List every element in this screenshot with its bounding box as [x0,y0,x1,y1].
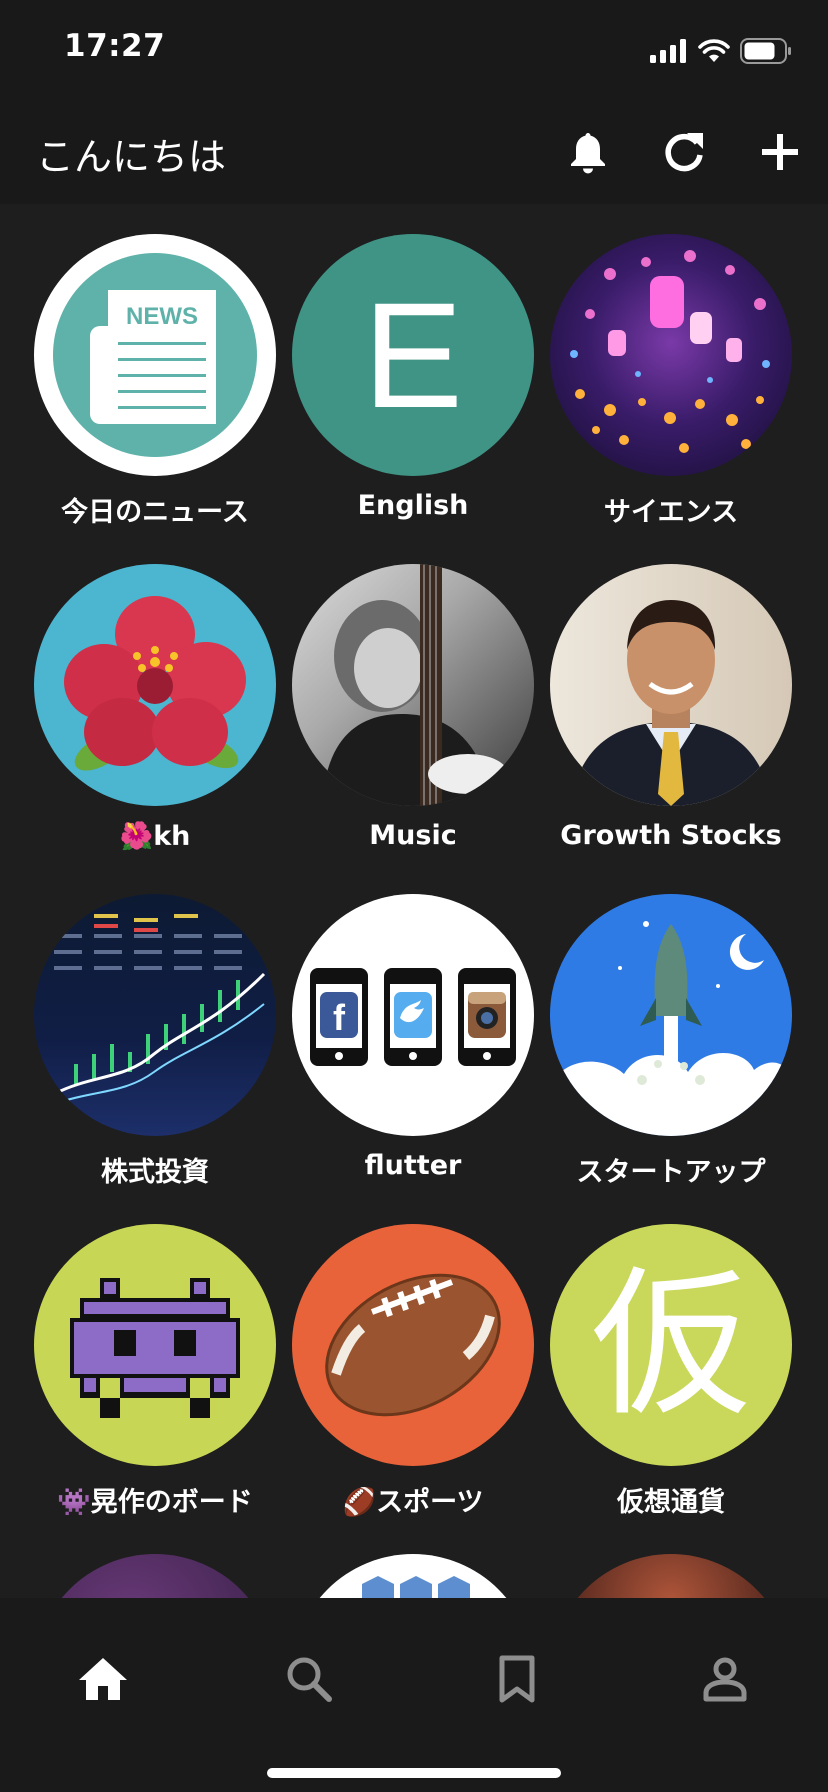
musician-photo [322,564,508,806]
board-label: サイエンス [603,497,739,528]
nav-profile[interactable] [690,1644,760,1714]
board-tile-music[interactable]: Music [284,564,542,851]
board-tile-startup[interactable]: スタートアップ [542,894,800,1189]
football-icon [325,1273,501,1417]
refresh-button[interactable] [656,124,712,180]
board-label: flutter [364,1150,462,1181]
board-label: Growth Stocks [560,820,782,851]
board-label: 👾晃作のボード [57,1487,253,1518]
businessman-photo [570,600,772,806]
board-tile-partial-2[interactable] [284,1554,542,1598]
nav-search[interactable] [274,1644,344,1714]
search-icon [287,1657,332,1702]
board-tile-kh[interactable]: 🌺kh [26,564,284,852]
board-label: スタートアップ [576,1157,766,1188]
board-tile-news[interactable]: NEWS 今日のニュース [26,234,284,529]
rocket-icon [550,921,792,1136]
header: こんにちは [0,100,828,204]
add-button[interactable] [752,124,808,180]
board-label: 🏈スポーツ [342,1487,484,1518]
crypto-kanji: 仮 [590,1251,751,1438]
board-avatar-kosaku-board [34,1224,276,1466]
board-tile-growth-stocks[interactable]: Growth Stocks [542,564,800,851]
board-label: 株式投資 [101,1157,209,1188]
page-title: こんにちは [36,135,227,179]
notifications-button[interactable] [560,124,616,180]
board-label: Music [369,820,457,851]
status-time: 17:27 [64,28,166,64]
board-tile-crypto[interactable]: 仮 仮想通貨 [542,1224,800,1519]
board-avatar-partial-1 [34,1554,276,1598]
stock-chart-image [53,914,266,1105]
bookmark-icon [499,1655,535,1703]
board-avatar-partial-2 [292,1554,534,1598]
status-icons [650,36,792,66]
home-indicator[interactable] [267,1768,561,1778]
board-tile-partial-3[interactable] [542,1554,800,1598]
plus-icon [762,134,798,170]
status-bar: 17:27 [0,0,828,100]
board-avatar-stock-investing [34,894,276,1136]
bottom-nav [0,1598,828,1792]
board-avatar-science [550,234,792,476]
signal-icon [650,39,686,63]
svg-text:f: f [333,997,346,1038]
board-avatar-crypto: 仮 [550,1224,792,1466]
board-tile-partial-1[interactable] [26,1554,284,1598]
board-label: 今日のニュース [61,497,249,528]
home-icon [79,1658,127,1700]
board-avatar-sports [292,1224,534,1466]
refresh-icon [665,133,703,172]
board-tile-science[interactable]: サイエンス [542,234,800,529]
board-avatar-music [292,564,534,806]
english-letter: E [362,271,464,439]
hibiscus-icon [64,596,246,771]
board-avatar-growth-stocks [550,564,792,806]
board-label: 🌺kh [119,821,191,852]
alien-monster-icon [70,1278,240,1418]
board-label: 仮想通貨 [617,1487,725,1518]
board-tile-sports[interactable]: 🏈スポーツ [284,1224,542,1519]
board-label: English [357,490,469,521]
hexagon-logo-image [362,1576,470,1598]
board-tile-english[interactable]: E English [284,234,542,521]
board-avatar-kh [34,564,276,806]
board-tile-stock-investing[interactable]: 株式投資 [26,894,284,1189]
profile-icon [703,1657,747,1702]
news-text: NEWS [126,303,198,330]
battery-icon [740,38,791,64]
nav-bookmarks[interactable] [482,1644,552,1714]
board-avatar-partial-3 [550,1554,792,1598]
bell-icon [571,133,605,174]
board-avatar-english: E [292,234,534,476]
board-tile-kosaku-board[interactable]: 👾晃作のボード [26,1224,284,1519]
board-avatar-flutter: f [292,894,534,1136]
wifi-icon [698,39,730,62]
lantern-lights-image [570,250,770,453]
nav-home[interactable] [68,1644,138,1714]
board-avatar-startup [550,894,792,1136]
board-avatar-news: NEWS [34,234,276,476]
board-grid: NEWS 今日のニュース E English サイエンス 🌺kh Music G… [0,204,828,1598]
board-tile-flutter[interactable]: f flutter [284,894,542,1181]
newspaper-icon: NEWS [53,253,257,457]
social-phones-image: f [310,968,516,1066]
